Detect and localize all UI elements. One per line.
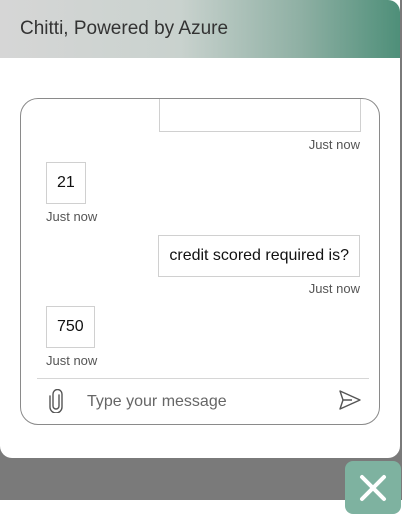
chat-title: Chitti, Powered by Azure — [20, 18, 229, 39]
message-timestamp: Just now — [46, 209, 98, 224]
message-timestamp: Just now — [46, 353, 98, 368]
chat-header: Chitti, Powered by Azure — [0, 0, 400, 58]
close-icon — [360, 474, 386, 501]
bot-message-bubble: 21 — [46, 162, 86, 204]
user-message-bubble: credit scored required is? — [158, 235, 360, 277]
message-timestamp: Just now — [308, 281, 360, 296]
bot-message-bubble: 750 — [46, 306, 95, 348]
message-input-row — [21, 379, 379, 423]
bot-message-text: 21 — [57, 174, 75, 191]
message-list[interactable]: Just now 21 Just now credit scored requi… — [21, 99, 379, 379]
paperclip-icon[interactable] — [47, 389, 65, 413]
user-message-bubble — [159, 99, 361, 132]
close-chat-button[interactable] — [345, 461, 401, 514]
user-message-text: credit scored required is? — [169, 247, 349, 264]
bot-message-text: 750 — [57, 318, 84, 335]
message-input[interactable] — [85, 387, 319, 417]
send-icon[interactable] — [339, 390, 361, 410]
chat-box: Just now 21 Just now credit scored requi… — [20, 98, 380, 425]
message-timestamp: Just now — [308, 137, 360, 152]
chat-window: Chitti, Powered by Azure Just now 21 Jus… — [0, 0, 400, 458]
